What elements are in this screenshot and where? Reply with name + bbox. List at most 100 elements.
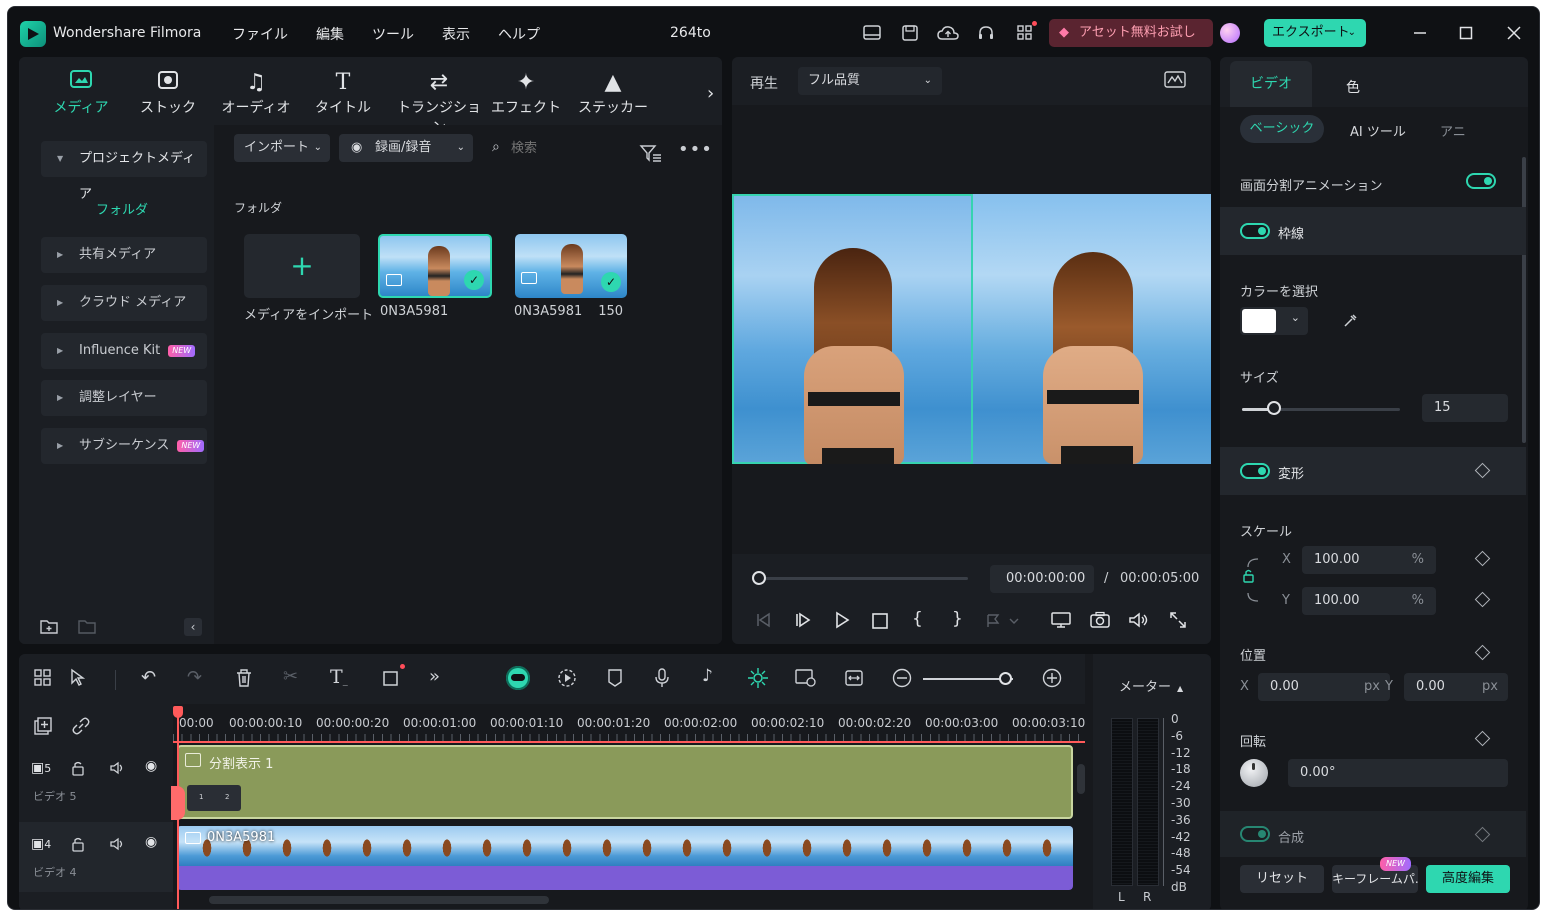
subtab-ai-tools[interactable]: AI ツール	[1350, 121, 1406, 140]
split-animation-toggle[interactable]	[1466, 173, 1496, 189]
headset-icon[interactable]	[976, 23, 996, 43]
keyframe-diamond-icon[interactable]	[1474, 550, 1491, 567]
media-thumbnail[interactable]: ✓	[515, 234, 627, 298]
keyframe-diamond-icon[interactable]	[1474, 591, 1491, 608]
play-icon[interactable]	[833, 611, 851, 629]
snapshot-icon[interactable]	[1090, 611, 1110, 629]
audio-list-icon[interactable]: ♪	[702, 666, 713, 686]
scrubber-track[interactable]	[758, 577, 968, 580]
keyframe-diamond-icon[interactable]	[1474, 644, 1491, 661]
mark-out-icon[interactable]: }	[952, 609, 963, 629]
menu-help[interactable]: ヘルプ	[498, 27, 540, 43]
cloud-upload-icon[interactable]	[937, 23, 959, 43]
tab-sticker[interactable]: ▲ ステッカー	[578, 69, 648, 117]
tab-audio[interactable]: ♫ オーディオ	[221, 69, 291, 117]
mark-in-icon[interactable]: {	[912, 609, 923, 629]
apps-grid-icon[interactable]	[1015, 21, 1037, 43]
delete-folder-icon[interactable]	[77, 617, 97, 635]
scrubber-handle[interactable]	[752, 571, 766, 585]
undo-icon[interactable]: ↶	[141, 667, 156, 688]
avatar[interactable]	[1220, 23, 1240, 43]
quality-dropdown[interactable]: フル品質 ⌄	[798, 67, 942, 95]
record-dropdown[interactable]: ◉ 録画/録音 ⌄	[339, 134, 473, 162]
tab-effect[interactable]: ✦ エフェクト	[491, 69, 561, 117]
microphone-icon[interactable]	[653, 667, 671, 689]
image-clip[interactable]: 0N3A5981	[177, 826, 1073, 890]
waveform-monitor-icon[interactable]	[1164, 71, 1186, 89]
scale-y-input[interactable]: 100.00%	[1302, 587, 1436, 615]
save-icon[interactable]	[900, 23, 920, 43]
text-tool-icon[interactable]: T_	[330, 666, 348, 688]
filter-icon[interactable]	[639, 143, 663, 163]
layout-grid-icon[interactable]	[33, 668, 53, 688]
more-tools-icon[interactable]: »	[429, 666, 440, 687]
snap-icon[interactable]	[747, 667, 769, 689]
zoom-out-icon[interactable]	[891, 667, 913, 689]
menu-edit[interactable]: 編集	[316, 27, 344, 43]
display-icon[interactable]	[1051, 611, 1071, 629]
collapse-sidebar-button[interactable]: ‹	[184, 618, 202, 636]
keyframe-diamond-icon[interactable]	[1474, 730, 1491, 747]
import-dropdown[interactable]: インポート ⌄	[234, 134, 330, 162]
tab-color[interactable]: 色	[1346, 77, 1360, 97]
layout-icon[interactable]	[862, 23, 882, 43]
meter-title[interactable]: メーター ▲	[1119, 676, 1183, 695]
stop-icon[interactable]	[871, 612, 889, 630]
search-input[interactable]	[511, 137, 621, 159]
sidebar-item-subsequence[interactable]: ▶ サブシーケンス NEW	[41, 428, 207, 464]
close-icon[interactable]	[1504, 23, 1524, 43]
fit-timeline-icon[interactable]	[844, 668, 864, 688]
import-media-tile[interactable]: +	[244, 234, 360, 298]
tab-media[interactable]: メディア	[46, 69, 116, 117]
zoom-slider-handle[interactable]	[999, 672, 1012, 685]
redo-icon[interactable]: ↷	[187, 667, 202, 688]
eye-icon[interactable]: ◉	[145, 834, 157, 850]
export-button[interactable]: エクスポート ⌄	[1264, 19, 1366, 47]
subtab-animation[interactable]: アニ	[1440, 121, 1466, 140]
menu-view[interactable]: 表示	[442, 27, 470, 43]
split-screen-clip[interactable]: 分割表示 1 1 2	[177, 745, 1073, 819]
composite-toggle[interactable]	[1240, 826, 1270, 842]
speaker-icon[interactable]	[109, 760, 125, 776]
zoom-in-icon[interactable]	[1041, 667, 1063, 689]
sidebar-item-adjustment-layer[interactable]: ▶ 調整レイヤー	[41, 380, 207, 416]
lock-ratio-icon[interactable]	[1242, 557, 1262, 602]
play-next-icon[interactable]	[794, 611, 812, 629]
rotation-input[interactable]: 0.00°	[1288, 759, 1508, 787]
subtab-basic[interactable]: ベーシック	[1240, 115, 1324, 143]
lock-icon[interactable]	[71, 836, 85, 852]
transform-toggle[interactable]	[1240, 463, 1270, 479]
sidebar-item-shared-media[interactable]: ▶ 共有メディア	[41, 237, 207, 273]
sidebar-item-project-media[interactable]: ▼ プロジェクトメディア	[41, 141, 207, 202]
position-y-input[interactable]: 0.00 px	[1404, 673, 1508, 701]
playhead-handle[interactable]	[173, 706, 183, 718]
clip-trim-handle[interactable]	[171, 786, 185, 820]
tab-title[interactable]: T タイトル	[308, 69, 378, 117]
volume-icon[interactable]	[1128, 611, 1150, 629]
minimize-icon[interactable]	[1410, 23, 1430, 43]
sidebar-folder[interactable]: フォルダ	[96, 199, 148, 218]
reset-button[interactable]: リセット	[1240, 865, 1324, 893]
speaker-icon[interactable]	[109, 836, 125, 852]
fullscreen-icon[interactable]	[1169, 611, 1187, 629]
size-input[interactable]: 15	[1422, 394, 1508, 422]
link-icon[interactable]	[71, 716, 91, 736]
promo-button[interactable]: ◆ アセット無料お試し	[1049, 19, 1213, 47]
split-left-frame[interactable]	[732, 194, 973, 464]
add-track-icon[interactable]	[33, 716, 53, 736]
split-right-frame[interactable]	[973, 194, 1211, 464]
current-timecode[interactable]: 00:00:00:00	[990, 565, 1094, 593]
timeline-horizontal-scrollbar[interactable]	[209, 896, 549, 904]
eyedropper-icon[interactable]	[1342, 313, 1358, 329]
scrollbar[interactable]	[1522, 157, 1526, 443]
lock-icon[interactable]	[71, 760, 85, 776]
scale-x-input[interactable]: 100.00%	[1302, 546, 1436, 574]
tab-stock[interactable]: ストック	[133, 69, 203, 117]
sidebar-item-cloud-media[interactable]: ▶ クラウド メディア	[41, 285, 207, 321]
border-toggle[interactable]	[1240, 223, 1270, 239]
marker-icon[interactable]	[607, 668, 623, 688]
delete-icon[interactable]	[235, 668, 253, 688]
tab-video[interactable]: ビデオ	[1230, 61, 1312, 107]
menu-tools[interactable]: ツール	[372, 27, 414, 43]
select-tool-icon[interactable]	[69, 668, 91, 688]
